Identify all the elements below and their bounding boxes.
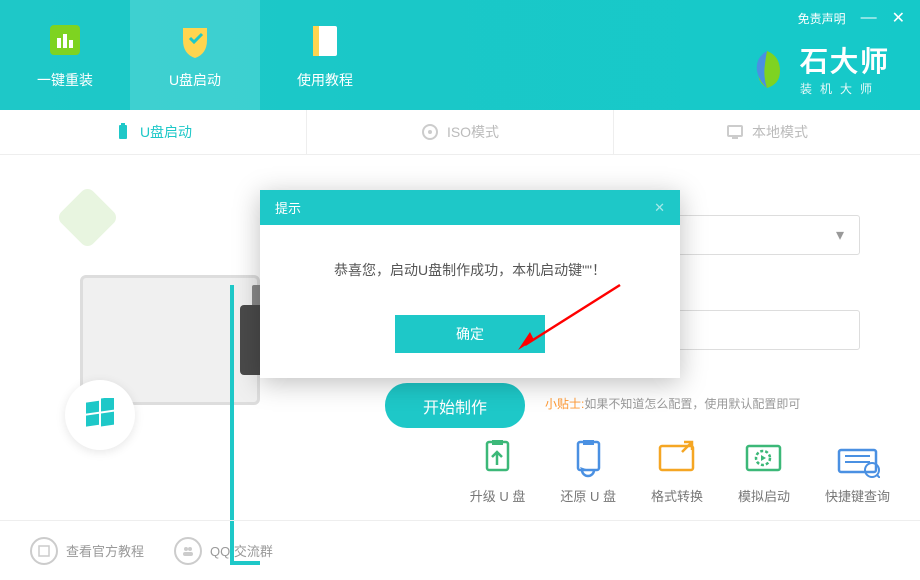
windows-icon: [65, 380, 135, 450]
action-simulate[interactable]: 模拟启动: [738, 440, 790, 505]
close-button[interactable]: ✕: [892, 8, 905, 28]
action-convert[interactable]: 格式转换: [651, 440, 703, 505]
subtab-local[interactable]: 本地模式: [614, 110, 920, 154]
chevron-down-icon: ▾: [836, 225, 844, 245]
tip-content: 如果不知道怎么配置，使用默认配置即可: [584, 397, 800, 411]
restore-icon: [566, 440, 611, 478]
action-label: 升级 U 盘: [470, 486, 526, 505]
brand-subtitle: 装机大师: [800, 80, 890, 97]
action-label: 格式转换: [651, 486, 703, 505]
action-row: 升级 U 盘 还原 U 盘 格式转换 模拟启动 快捷键查询: [470, 440, 890, 505]
upgrade-icon: [475, 440, 520, 478]
start-button[interactable]: 开始制作: [385, 383, 525, 428]
window-controls: 免责声明 — ✕: [798, 8, 905, 28]
nav-tabs: 一键重装 U盘启动 使用教程: [0, 0, 390, 110]
sub-tabs: U盘启动 ISO模式 本地模式: [0, 110, 920, 155]
brand-logo-icon: [745, 46, 790, 91]
confirm-button[interactable]: 确定: [395, 315, 545, 353]
tab-reinstall[interactable]: 一键重装: [0, 0, 130, 110]
shield-icon: [175, 20, 215, 60]
subtab-iso[interactable]: ISO模式: [307, 110, 614, 154]
action-label: 快捷键查询: [825, 486, 890, 505]
footer-label: 查看官方教程: [66, 541, 144, 560]
brand: 石大师 装机大师: [745, 40, 890, 97]
footer-label: QQ 交流群: [210, 541, 273, 560]
monitor-icon: [726, 123, 744, 141]
iso-icon: [421, 123, 439, 141]
tab-tutorial[interactable]: 使用教程: [260, 0, 390, 110]
tab-label: 使用教程: [297, 70, 353, 90]
action-label: 模拟启动: [738, 486, 790, 505]
action-upgrade[interactable]: 升级 U 盘: [470, 440, 526, 505]
subtab-label: U盘启动: [140, 122, 192, 142]
footer-tutorial[interactable]: 查看官方教程: [30, 537, 144, 565]
tab-usb-boot[interactable]: U盘启动: [130, 0, 260, 110]
tip-text: 小贴士:如果不知道怎么配置，使用默认配置即可: [545, 395, 800, 412]
action-hotkey[interactable]: 快捷键查询: [825, 440, 890, 505]
subtab-usb[interactable]: U盘启动: [0, 110, 307, 154]
subtab-label: 本地模式: [752, 122, 808, 142]
footer-qq[interactable]: QQ 交流群: [174, 537, 273, 565]
brand-title: 石大师: [800, 40, 890, 80]
book-icon: [305, 20, 345, 60]
tab-label: U盘启动: [169, 70, 221, 90]
action-restore[interactable]: 还原 U 盘: [560, 440, 616, 505]
footer: 查看官方教程 QQ 交流群: [0, 520, 920, 580]
book-small-icon: [30, 537, 58, 565]
usb-icon: [114, 123, 132, 141]
convert-icon: [654, 440, 699, 478]
subtab-label: ISO模式: [447, 122, 499, 142]
decoration-icon: [56, 186, 120, 250]
dialog-footer: 确定: [260, 315, 680, 378]
tip-label: 小贴士:: [545, 397, 584, 411]
bar-chart-icon: [45, 20, 85, 60]
group-icon: [174, 537, 202, 565]
dialog-close-icon[interactable]: ✕: [654, 200, 665, 216]
dialog: 提示 ✕ 恭喜您，启动U盘制作成功，本机启动键""！ 确定: [260, 190, 680, 378]
minimize-button[interactable]: —: [861, 9, 877, 27]
dialog-title: 提示: [275, 198, 301, 217]
disclaimer-link[interactable]: 免责声明: [798, 10, 846, 27]
action-label: 还原 U 盘: [560, 486, 616, 505]
app-header: 一键重装 U盘启动 使用教程 免责声明 — ✕ 石大师 装机大师: [0, 0, 920, 110]
dialog-header: 提示 ✕: [260, 190, 680, 225]
simulate-icon: [741, 440, 786, 478]
dialog-message: 恭喜您，启动U盘制作成功，本机启动键""！: [260, 225, 680, 315]
tab-label: 一键重装: [37, 70, 93, 90]
keyboard-icon: [835, 440, 880, 478]
